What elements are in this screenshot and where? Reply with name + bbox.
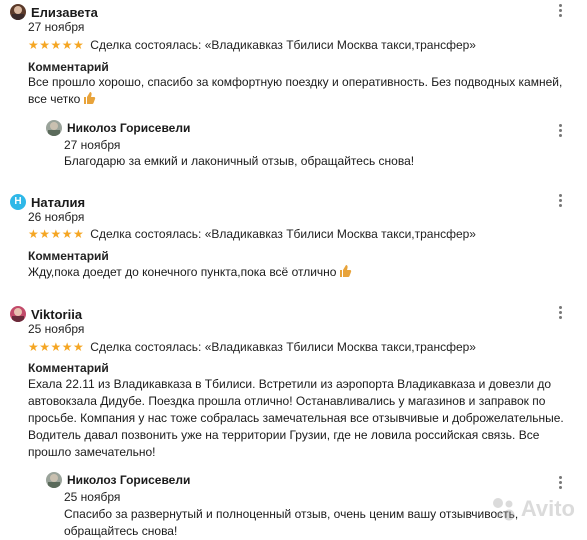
- reply-date: 25 ноября: [64, 490, 121, 504]
- more-options-icon[interactable]: [558, 4, 562, 17]
- deal-line: ★★★★★ Сделка состоялась: «Владикавказ Тб…: [28, 227, 476, 241]
- avatar[interactable]: [10, 4, 26, 20]
- comment-label: Комментарий: [28, 361, 109, 375]
- reviewer-name[interactable]: Наталия: [31, 195, 85, 210]
- thumbs-up-icon: [82, 91, 96, 105]
- avito-logo-icon: [492, 498, 515, 521]
- deal-line: ★★★★★ Сделка состоялась: «Владикавказ Тб…: [28, 38, 476, 52]
- comment-label: Комментарий: [28, 60, 109, 74]
- review-date: 26 ноября: [28, 210, 85, 224]
- more-options-icon[interactable]: [558, 476, 562, 489]
- seller-name[interactable]: Николоз Горисевели: [67, 121, 190, 135]
- avito-watermark: Avito: [491, 496, 575, 522]
- reply-text: Спасибо за развернутый и полноценный отз…: [64, 507, 519, 538]
- rating-stars-icon: ★★★★★: [28, 38, 85, 52]
- review-header: Елизавета: [10, 2, 98, 22]
- seller-name[interactable]: Николоз Горисевели: [67, 473, 190, 487]
- review-header: Viktoriia: [10, 304, 82, 324]
- reply-text: Благодарю за емкий и лаконичный отзыв, о…: [64, 154, 415, 168]
- reply-header: Николоз Горисевели: [46, 472, 190, 488]
- reviewer-name[interactable]: Viktoriia: [31, 307, 82, 322]
- deal-line: ★★★★★ Сделка состоялась: «Владикавказ Тб…: [28, 340, 476, 354]
- comment-label: Комментарий: [28, 249, 109, 263]
- review-date: 27 ноября: [28, 20, 85, 34]
- watermark-text: Avito: [520, 496, 575, 521]
- more-options-icon[interactable]: [558, 194, 562, 207]
- avatar[interactable]: Н: [10, 194, 26, 210]
- avatar[interactable]: [46, 472, 62, 488]
- avatar[interactable]: [10, 306, 26, 322]
- comment-text: Все прошло хорошо, спасибо за комфортную…: [28, 75, 563, 106]
- deal-text: Сделка состоялась: «Владикавказ Тбилиси …: [90, 227, 476, 241]
- comment-text: Жду,пока доедет до конечного пункта,пока…: [28, 264, 564, 281]
- deal-text: Сделка состоялась: «Владикавказ Тбилиси …: [90, 340, 476, 354]
- review-card: Елизавета 27 ноября ★★★★★ Сделка состоял…: [0, 2, 587, 172]
- deal-text: Сделка состоялась: «Владикавказ Тбилиси …: [90, 38, 476, 52]
- rating-stars-icon: ★★★★★: [28, 227, 85, 241]
- thumbs-up-icon: [338, 264, 352, 278]
- review-date: 25 ноября: [28, 322, 85, 336]
- more-options-icon[interactable]: [558, 124, 562, 137]
- reply-date: 27 ноября: [64, 138, 121, 152]
- avatar[interactable]: [46, 120, 62, 136]
- comment-text: Ехала 22.11 из Владикавказа в Тбилиси. В…: [28, 377, 564, 459]
- reply-header: Николоз Горисевели: [46, 120, 190, 136]
- review-header: Н Наталия: [10, 192, 85, 212]
- review-card: Н Наталия 26 ноября ★★★★★ Сделка состоял…: [0, 192, 587, 292]
- reviewer-name[interactable]: Елизавета: [31, 5, 98, 20]
- rating-stars-icon: ★★★★★: [28, 340, 85, 354]
- more-options-icon[interactable]: [558, 306, 562, 319]
